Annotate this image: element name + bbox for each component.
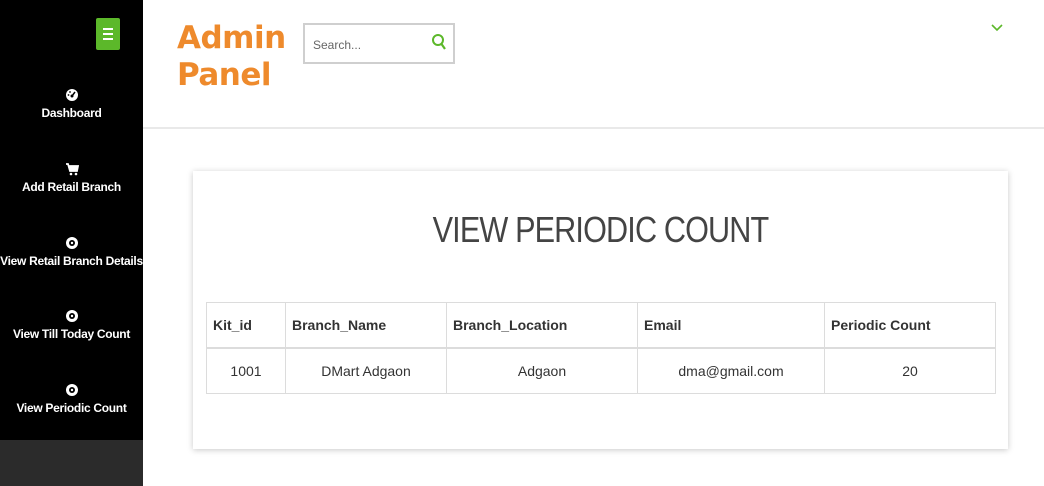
dashboard-icon [0,88,143,104]
sidebar: Dashboard Add Retail Branch View Retail … [0,0,143,486]
cell-branch-name: DMart Adgaon [285,347,447,394]
sidebar-item-label: View Till Today Count [12,327,131,341]
column-header-branch-location: Branch_Location [446,302,638,349]
periodic-count-table: Kit_id Branch_Name Branch_Location Email… [206,302,996,394]
sidebar-item-view-till-today-count[interactable]: View Till Today Count [0,309,143,341]
table-row: 1001 DMart Adgaon Adgaon dma@gmail.com 2… [206,347,996,394]
sidebar-item-view-retail-branch-details[interactable]: View Retail Branch Details [0,236,143,268]
search-icon[interactable] [431,33,447,56]
sidebar-item-dashboard[interactable]: Dashboard [0,88,143,120]
eye-icon [0,309,143,325]
logo-line-2: Panel [177,57,272,93]
cell-kit-id: 1001 [206,347,286,394]
periodic-count-card: VIEW PERIODIC COUNT Kit_id Branch_Name B… [193,171,1008,449]
page-title: VIEW PERIODIC COUNT [432,209,770,250]
sidebar-item-label: View Retail Branch Details [0,254,143,268]
sidebar-menu: Dashboard Add Retail Branch View Retail … [0,0,143,440]
cell-email: dma@gmail.com [637,347,825,394]
column-header-periodic-count: Periodic Count [824,302,996,349]
hamburger-line [103,33,113,35]
column-header-email: Email [637,302,825,349]
header-divider [143,127,1044,129]
sidebar-item-view-periodic-count[interactable]: View Periodic Count [0,383,143,415]
eye-icon [0,383,143,399]
cell-branch-location: Adgaon [446,347,638,394]
search-input[interactable] [311,35,425,55]
sidebar-item-label: Dashboard [41,106,102,120]
chevron-down-icon[interactable] [990,20,1004,38]
sidebar-item-label: Add Retail Branch [22,180,121,194]
sidebar-item-add-retail-branch[interactable]: Add Retail Branch [0,162,143,194]
table-header-row: Kit_id Branch_Name Branch_Location Email… [206,302,996,349]
column-header-kit-id: Kit_id [206,302,286,349]
eye-icon [0,236,143,252]
hamburger-line [103,38,113,40]
admin-panel-logo[interactable]: Admin Panel [177,20,286,94]
hamburger-line [103,28,113,30]
hamburger-menu-button[interactable] [96,18,120,50]
search-box [303,23,455,64]
cell-periodic-count: 20 [824,347,996,394]
logo-line-1: Admin [177,20,286,56]
column-header-branch-name: Branch_Name [285,302,447,349]
cart-icon [0,162,143,178]
sidebar-item-label: View Periodic Count [16,401,127,415]
